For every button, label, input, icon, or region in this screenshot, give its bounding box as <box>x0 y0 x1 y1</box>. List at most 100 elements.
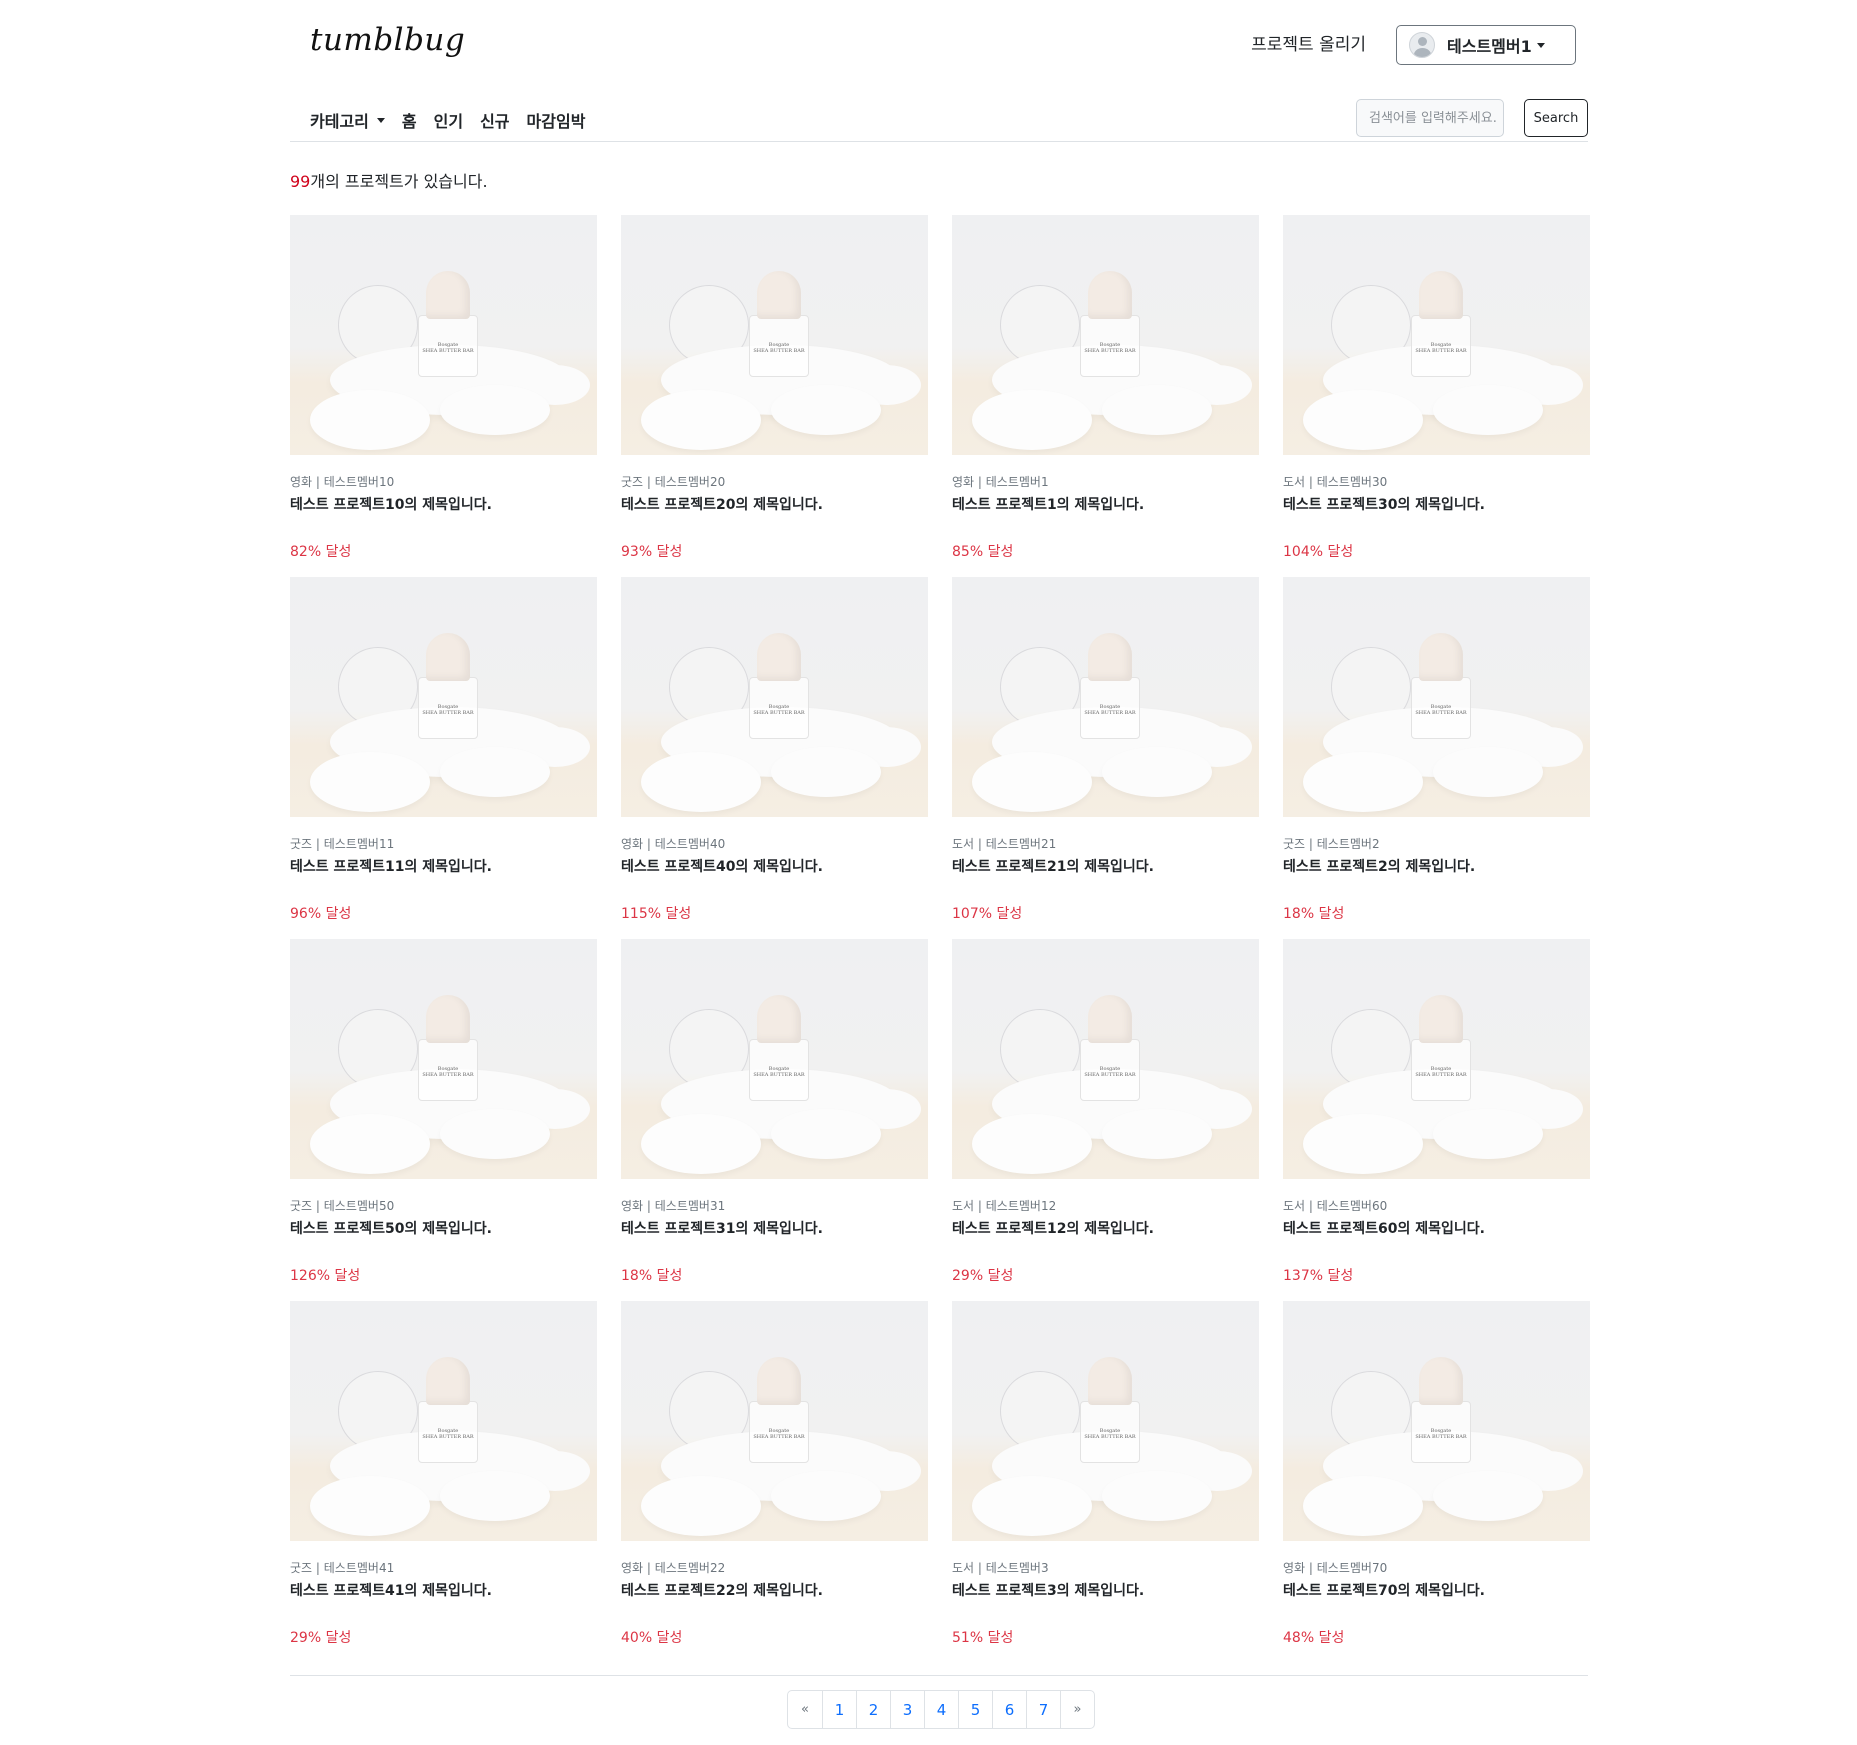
project-card[interactable]: Bosgate SHEA BUTTER BAR 영화 | 테스트멤버1 테스트 프로젝… <box>952 215 1259 570</box>
project-meta: 굿즈 | 테스트멤버11 <box>290 837 395 851</box>
project-thumbnail[interactable]: Bosgate SHEA BUTTER BAR <box>952 939 1259 1179</box>
project-title[interactable]: 테스트 프로젝트3의 제목입니다. <box>952 1580 1144 1600</box>
project-card[interactable]: Bosgate SHEA BUTTER BAR 굿즈 | 테스트멤버41 테스트 프로… <box>290 1301 597 1656</box>
project-card[interactable]: Bosgate SHEA BUTTER BAR 굿즈 | 테스트멤버50 테스트 프로… <box>290 939 597 1294</box>
project-count: 99개의 프로젝트가 있습니다. <box>290 168 488 192</box>
nav-item-closing-soon[interactable]: 마감임박 <box>527 108 586 132</box>
pagination-prev[interactable]: « <box>788 1691 822 1728</box>
pagination-page[interactable]: 6 <box>992 1691 1026 1728</box>
user-name: 테스트멤버1 <box>1447 37 1532 56</box>
project-meta: 영화 | 테스트멤버70 <box>1283 1561 1388 1575</box>
project-title[interactable]: 테스트 프로젝트11의 제목입니다. <box>290 856 492 876</box>
project-thumbnail[interactable]: Bosgate SHEA BUTTER BAR <box>621 1301 928 1541</box>
project-thumbnail[interactable]: Bosgate SHEA BUTTER BAR <box>1283 939 1590 1179</box>
project-progress: 40% 달성 <box>621 1630 683 1646</box>
project-meta: 굿즈 | 테스트멤버2 <box>1283 837 1380 851</box>
project-card[interactable]: Bosgate SHEA BUTTER BAR 영화 | 테스트멤버70 테스트 프로… <box>1283 1301 1590 1656</box>
project-meta: 도서 | 테스트멤버21 <box>952 837 1057 851</box>
project-title[interactable]: 테스트 프로젝트41의 제목입니다. <box>290 1580 492 1600</box>
project-title[interactable]: 테스트 프로젝트60의 제목입니다. <box>1283 1218 1485 1238</box>
project-progress: 29% 달성 <box>290 1630 352 1646</box>
project-thumbnail[interactable]: Bosgate SHEA BUTTER BAR <box>952 215 1259 455</box>
project-meta: 영화 | 테스트멤버31 <box>621 1199 726 1213</box>
project-thumbnail[interactable]: Bosgate SHEA BUTTER BAR <box>621 577 928 817</box>
project-title[interactable]: 테스트 프로젝트1의 제목입니다. <box>952 494 1144 514</box>
project-title[interactable]: 테스트 프로젝트40의 제목입니다. <box>621 856 823 876</box>
logo[interactable]: tumblbug <box>310 22 465 58</box>
project-progress: 126% 달성 <box>290 1268 361 1284</box>
project-title[interactable]: 테스트 프로젝트2의 제목입니다. <box>1283 856 1475 876</box>
project-thumbnail[interactable]: Bosgate SHEA BUTTER BAR <box>1283 577 1590 817</box>
nav-item-category[interactable]: 카테고리 <box>310 108 385 132</box>
project-title[interactable]: 테스트 프로젝트21의 제목입니다. <box>952 856 1154 876</box>
thumbnail-label: Bosgate SHEA BUTTER BAR <box>1415 704 1467 716</box>
project-meta: 영화 | 테스트멤버40 <box>621 837 726 851</box>
project-thumbnail[interactable]: Bosgate SHEA BUTTER BAR <box>621 939 928 1179</box>
upload-project-link[interactable]: 프로젝트 올리기 <box>1251 30 1366 55</box>
project-thumbnail[interactable]: Bosgate SHEA BUTTER BAR <box>290 1301 597 1541</box>
project-thumbnail[interactable]: Bosgate SHEA BUTTER BAR <box>952 577 1259 817</box>
project-count-number: 99 <box>290 172 311 191</box>
page-container: tumblbug 프로젝트 올리기 테스트멤버1 카테고리 홈 인기 신규 마감… <box>290 0 1590 1729</box>
project-card[interactable]: Bosgate SHEA BUTTER BAR 도서 | 테스트멤버3 테스트 프로젝… <box>952 1301 1259 1656</box>
thumbnail-label: Bosgate SHEA BUTTER BAR <box>1084 1428 1136 1440</box>
nav-item-new[interactable]: 신규 <box>480 108 509 132</box>
project-card[interactable]: Bosgate SHEA BUTTER BAR 도서 | 테스트멤버21 테스트 프로… <box>952 577 1259 932</box>
project-title[interactable]: 테스트 프로젝트20의 제목입니다. <box>621 494 823 514</box>
pagination-page[interactable]: 7 <box>1026 1691 1060 1728</box>
project-title[interactable]: 테스트 프로젝트10의 제목입니다. <box>290 494 492 514</box>
project-thumbnail[interactable]: Bosgate SHEA BUTTER BAR <box>621 215 928 455</box>
caret-down-icon <box>1536 42 1545 48</box>
project-thumbnail[interactable]: Bosgate SHEA BUTTER BAR <box>952 1301 1259 1541</box>
nav-items: 카테고리 홈 인기 신규 마감임박 <box>310 108 602 132</box>
project-progress: 137% 달성 <box>1283 1268 1354 1284</box>
project-card[interactable]: Bosgate SHEA BUTTER BAR 영화 | 테스트멤버10 테스트 프로… <box>290 215 597 570</box>
project-title[interactable]: 테스트 프로젝트30의 제목입니다. <box>1283 494 1485 514</box>
project-thumbnail[interactable]: Bosgate SHEA BUTTER BAR <box>1283 1301 1590 1541</box>
pagination-page[interactable]: 4 <box>924 1691 958 1728</box>
nav-item-label: 카테고리 <box>310 112 369 131</box>
thumbnail-label: Bosgate SHEA BUTTER BAR <box>1084 1066 1136 1078</box>
project-progress: 51% 달성 <box>952 1630 1014 1646</box>
project-title[interactable]: 테스트 프로젝트70의 제목입니다. <box>1283 1580 1485 1600</box>
user-menu-button[interactable]: 테스트멤버1 <box>1396 25 1576 65</box>
project-card[interactable]: Bosgate SHEA BUTTER BAR 영화 | 테스트멤버31 테스트 프로… <box>621 939 928 1294</box>
pagination-page[interactable]: 2 <box>856 1691 890 1728</box>
project-meta: 도서 | 테스트멤버30 <box>1283 475 1388 489</box>
project-title[interactable]: 테스트 프로젝트12의 제목입니다. <box>952 1218 1154 1238</box>
project-card[interactable]: Bosgate SHEA BUTTER BAR 영화 | 테스트멤버22 테스트 프로… <box>621 1301 928 1656</box>
pagination-page[interactable]: 5 <box>958 1691 992 1728</box>
project-card[interactable]: Bosgate SHEA BUTTER BAR 도서 | 테스트멤버60 테스트 프로… <box>1283 939 1590 1294</box>
project-card[interactable]: Bosgate SHEA BUTTER BAR 굿즈 | 테스트멤버2 테스트 프로젝… <box>1283 577 1590 932</box>
project-meta: 도서 | 테스트멤버12 <box>952 1199 1057 1213</box>
project-card[interactable]: Bosgate SHEA BUTTER BAR 굿즈 | 테스트멤버20 테스트 프로… <box>621 215 928 570</box>
project-thumbnail[interactable]: Bosgate SHEA BUTTER BAR <box>1283 215 1590 455</box>
avatar-icon <box>1409 32 1435 58</box>
project-progress: 82% 달성 <box>290 544 352 560</box>
project-meta: 굿즈 | 테스트멤버20 <box>621 475 726 489</box>
search-input[interactable] <box>1356 99 1504 137</box>
project-title[interactable]: 테스트 프로젝트31의 제목입니다. <box>621 1218 823 1238</box>
pagination-page[interactable]: 1 <box>822 1691 856 1728</box>
project-progress: 18% 달성 <box>1283 906 1345 922</box>
project-count-text: 개의 프로젝트가 있습니다. <box>310 172 488 191</box>
thumbnail-label: Bosgate SHEA BUTTER BAR <box>753 1428 805 1440</box>
thumbnail-label: Bosgate SHEA BUTTER BAR <box>422 1428 474 1440</box>
project-progress: 18% 달성 <box>621 1268 683 1284</box>
project-title[interactable]: 테스트 프로젝트50의 제목입니다. <box>290 1218 492 1238</box>
project-title[interactable]: 테스트 프로젝트22의 제목입니다. <box>621 1580 823 1600</box>
project-thumbnail[interactable]: Bosgate SHEA BUTTER BAR <box>290 577 597 817</box>
project-card[interactable]: Bosgate SHEA BUTTER BAR 굿즈 | 테스트멤버11 테스트 프로… <box>290 577 597 932</box>
pagination-next[interactable]: » <box>1060 1691 1094 1728</box>
project-card[interactable]: Bosgate SHEA BUTTER BAR 도서 | 테스트멤버12 테스트 프로… <box>952 939 1259 1294</box>
project-card[interactable]: Bosgate SHEA BUTTER BAR 도서 | 테스트멤버30 테스트 프로… <box>1283 215 1590 570</box>
project-thumbnail[interactable]: Bosgate SHEA BUTTER BAR <box>290 939 597 1179</box>
caret-down-icon <box>376 117 385 123</box>
search-button[interactable]: Search <box>1524 99 1588 137</box>
project-meta: 굿즈 | 테스트멤버41 <box>290 1561 395 1575</box>
nav-item-popular[interactable]: 인기 <box>434 108 463 132</box>
pagination-page[interactable]: 3 <box>890 1691 924 1728</box>
nav-item-home[interactable]: 홈 <box>402 108 417 132</box>
project-thumbnail[interactable]: Bosgate SHEA BUTTER BAR <box>290 215 597 455</box>
project-card[interactable]: Bosgate SHEA BUTTER BAR 영화 | 테스트멤버40 테스트 프로… <box>621 577 928 932</box>
